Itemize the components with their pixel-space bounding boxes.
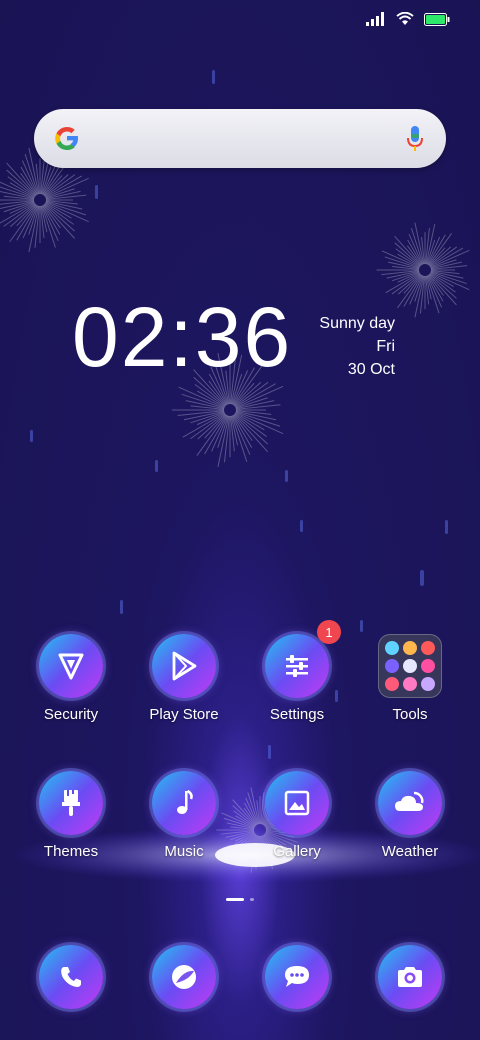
app-label: Play Store [149, 706, 219, 723]
dock-browser[interactable] [129, 945, 239, 1009]
phone-icon [61, 967, 81, 987]
paintbrush-icon [62, 790, 80, 816]
wifi-icon [396, 12, 414, 25]
app-gallery[interactable]: Gallery [242, 771, 352, 860]
app-security[interactable]: Security [16, 634, 126, 723]
app-label: Gallery [273, 843, 321, 860]
notification-badge: 1 [317, 620, 341, 644]
music-note-icon [177, 789, 193, 814]
google-g-icon [55, 127, 78, 150]
status-bar [0, 0, 480, 44]
app-weather[interactable]: Weather [355, 771, 465, 860]
image-icon [284, 790, 310, 816]
battery-icon [424, 12, 450, 26]
app-music[interactable]: Music [129, 771, 239, 860]
messages-icon [285, 966, 309, 987]
dock-camera[interactable] [355, 945, 465, 1009]
signal-icon [366, 12, 384, 26]
app-settings[interactable]: 1 Settings [242, 620, 352, 723]
app-label: Settings [269, 706, 325, 723]
page-dot-active [226, 898, 244, 901]
weekday: Fri [376, 338, 395, 355]
date: 30 Oct [347, 361, 395, 378]
browser-icon [172, 965, 196, 989]
page-dot [250, 898, 254, 901]
app-play-store[interactable]: Play Store [129, 634, 239, 723]
folder-tools[interactable]: Tools [355, 634, 465, 723]
play-store-icon [172, 651, 197, 681]
mic-icon[interactable] [406, 124, 424, 154]
app-label: Tools [392, 706, 428, 723]
dock-phone[interactable] [16, 945, 126, 1009]
google-search-bar[interactable] [34, 109, 446, 168]
page-indicator[interactable] [0, 898, 480, 901]
sliders-icon [286, 655, 308, 677]
camera-icon [398, 967, 422, 987]
app-label: Themes [43, 843, 99, 860]
clock-widget-info[interactable]: Sunny day Fri 30 Oct [319, 312, 395, 381]
app-themes[interactable]: Themes [16, 771, 126, 860]
weather-condition: Sunny day [319, 315, 395, 332]
folder-icon [378, 634, 442, 698]
app-label: Music [164, 843, 204, 860]
clock-widget-time[interactable]: 02:36 [72, 295, 292, 379]
weather-icon [395, 791, 424, 811]
dock-messages[interactable] [242, 945, 352, 1009]
app-label: Security [43, 706, 99, 723]
app-label: Weather [381, 843, 439, 860]
shield-icon [58, 653, 84, 680]
